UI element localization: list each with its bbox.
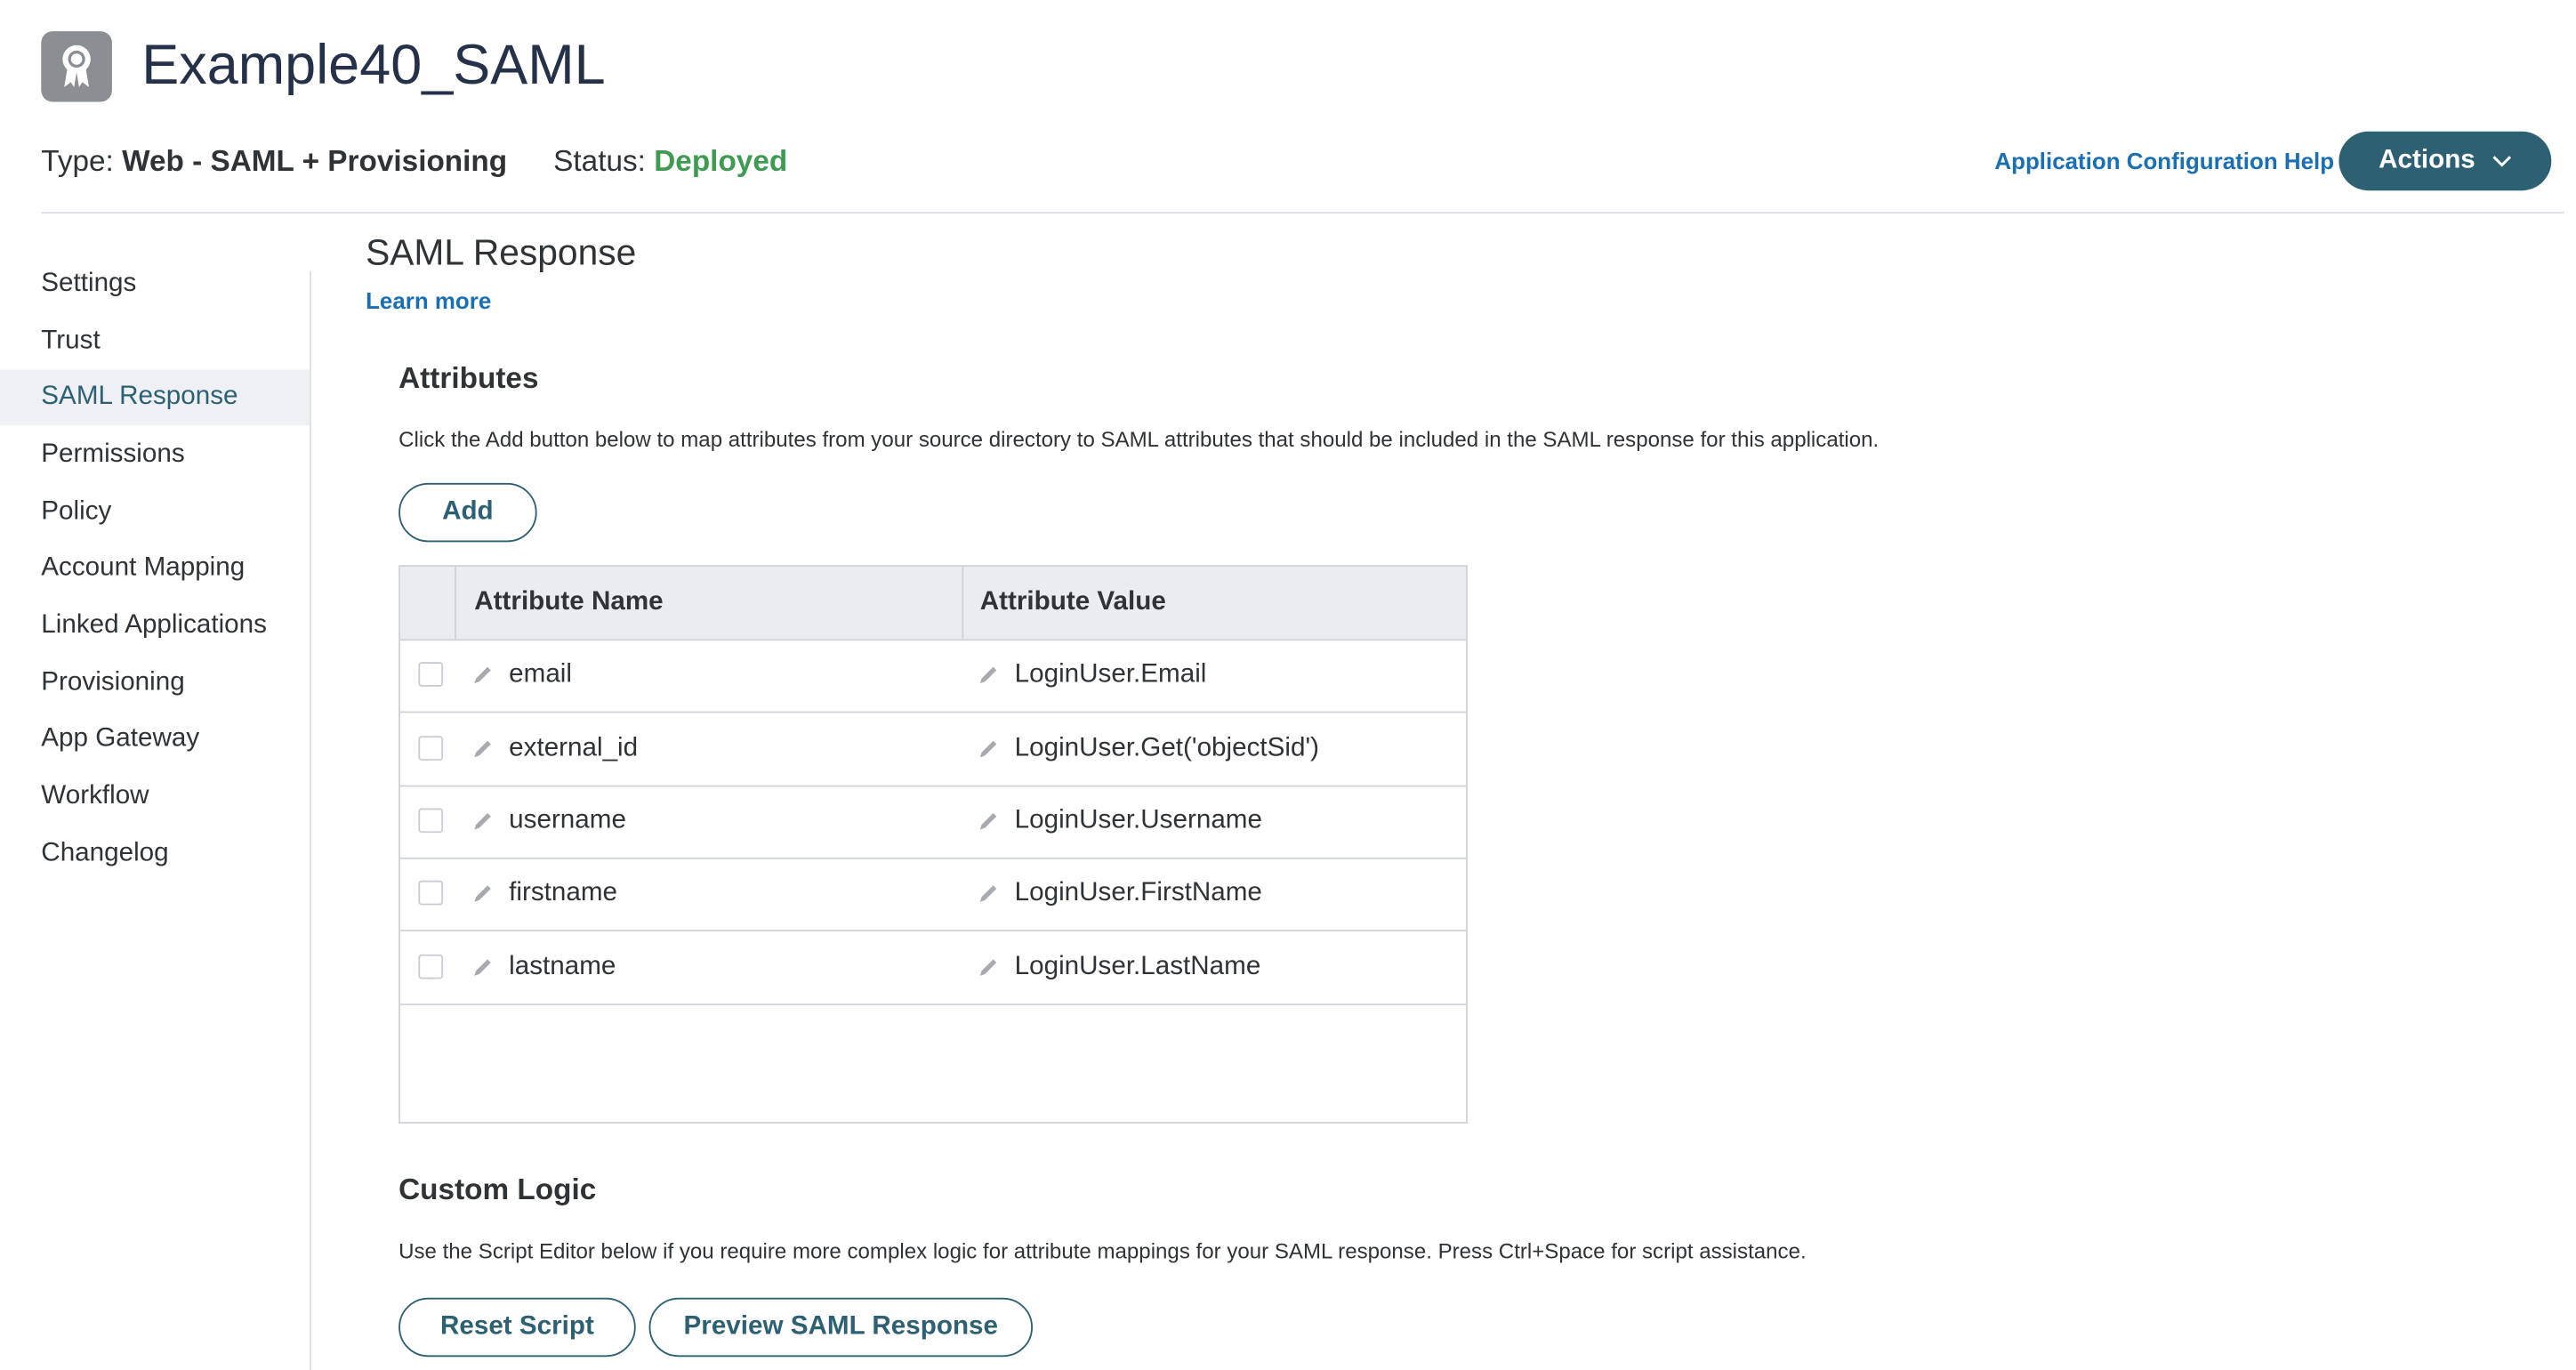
attributes-table: Attribute Name Attribute Value email Log… (398, 565, 1468, 1124)
column-header-attribute-name[interactable]: Attribute Name (474, 567, 663, 639)
sidebar-item-permissions[interactable]: Permissions (0, 427, 310, 483)
app-status: Status: Deployed (553, 140, 787, 182)
app-type: Type: Web - SAML + Provisioning (41, 140, 507, 182)
pencil-icon[interactable] (471, 956, 495, 979)
attributes-heading: Attributes (398, 361, 539, 395)
table-row[interactable]: firstname LoginUser.FirstName (399, 858, 1467, 931)
sidebar-item-provisioning[interactable]: Provisioning (0, 656, 310, 712)
row-checkbox[interactable] (418, 662, 444, 687)
sidebar-item-settings[interactable]: Settings (0, 256, 310, 312)
attribute-value-cell: LoginUser.FirstName (1014, 878, 1262, 907)
section-title: SAML Response (366, 231, 637, 273)
sidebar-item-trust[interactable]: Trust (0, 314, 310, 370)
certificate-ribbon-icon (62, 44, 91, 87)
header-divider (41, 212, 2565, 214)
row-checkbox[interactable] (418, 880, 444, 906)
attribute-name-cell: external_id (509, 734, 639, 762)
attribute-name-cell: email (509, 660, 572, 689)
table-row[interactable]: lastname LoginUser.LastName (399, 931, 1467, 1006)
status-label: Status: (553, 144, 646, 178)
actions-label: Actions (2379, 146, 2475, 174)
pencil-icon[interactable] (471, 810, 495, 833)
column-header-attribute-value[interactable]: Attribute Value (980, 567, 1166, 639)
pencil-icon[interactable] (471, 882, 495, 906)
sidebar-item-policy[interactable]: Policy (0, 485, 310, 541)
pencil-icon[interactable] (977, 882, 1000, 906)
sidebar-item-account-mapping[interactable]: Account Mapping (0, 540, 310, 596)
page-title: Example40_SAML (141, 34, 606, 97)
attribute-value-cell: LoginUser.Email (1014, 660, 1207, 689)
row-checkbox[interactable] (418, 954, 444, 979)
column-divider (962, 567, 964, 640)
reset-script-button[interactable]: Reset Script (398, 1297, 636, 1358)
status-badge: Deployed (654, 144, 788, 178)
attribute-value-cell: LoginUser.Username (1014, 806, 1262, 835)
attribute-value-cell: LoginUser.LastName (1014, 952, 1261, 981)
chevron-down-icon (2492, 156, 2511, 167)
sidebar-divider (310, 270, 311, 1370)
row-checkbox[interactable] (418, 808, 444, 834)
attribute-name-cell: firstname (509, 878, 618, 907)
sidebar-item-app-gateway[interactable]: App Gateway (0, 712, 310, 768)
attribute-value-cell: LoginUser.Get('objectSid') (1014, 734, 1319, 762)
add-attribute-button[interactable]: Add (398, 482, 537, 543)
type-value: Web - SAML + Provisioning (122, 144, 508, 178)
custom-logic-description: Use the Script Editor below if you requi… (398, 1238, 1807, 1263)
row-checkbox[interactable] (418, 736, 444, 761)
attributes-description: Click the Add button below to map attrib… (398, 427, 1880, 452)
sidebar-item-linked-applications[interactable]: Linked Applications (0, 598, 310, 654)
column-divider (455, 567, 456, 640)
attribute-name-cell: username (509, 806, 626, 835)
pencil-icon[interactable] (977, 810, 1000, 833)
sidebar-item-workflow[interactable]: Workflow (0, 769, 310, 825)
pencil-icon[interactable] (977, 956, 1000, 979)
custom-logic-heading: Custom Logic (398, 1173, 597, 1206)
sidebar-item-changelog[interactable]: Changelog (0, 826, 310, 882)
pencil-icon[interactable] (977, 737, 1000, 761)
preview-saml-response-button[interactable]: Preview SAML Response (648, 1297, 1034, 1358)
attribute-name-cell: lastname (509, 952, 616, 981)
table-row[interactable]: email LoginUser.Email (399, 639, 1467, 713)
actions-button[interactable]: Actions (2339, 131, 2552, 191)
pencil-icon[interactable] (977, 664, 1000, 687)
learn-more-link[interactable]: Learn more (366, 284, 491, 317)
pencil-icon[interactable] (471, 737, 495, 761)
app-icon (41, 31, 112, 102)
sidebar-item-saml-response[interactable]: SAML Response (0, 369, 310, 426)
pencil-icon[interactable] (471, 664, 495, 687)
table-header: Attribute Name Attribute Value (399, 567, 1467, 641)
type-label: Type: (41, 144, 114, 178)
table-row[interactable]: external_id LoginUser.Get('objectSid') (399, 713, 1467, 787)
configuration-help-link[interactable]: Application Configuration Help (1994, 144, 2334, 177)
table-row[interactable]: username LoginUser.Username (399, 786, 1467, 859)
